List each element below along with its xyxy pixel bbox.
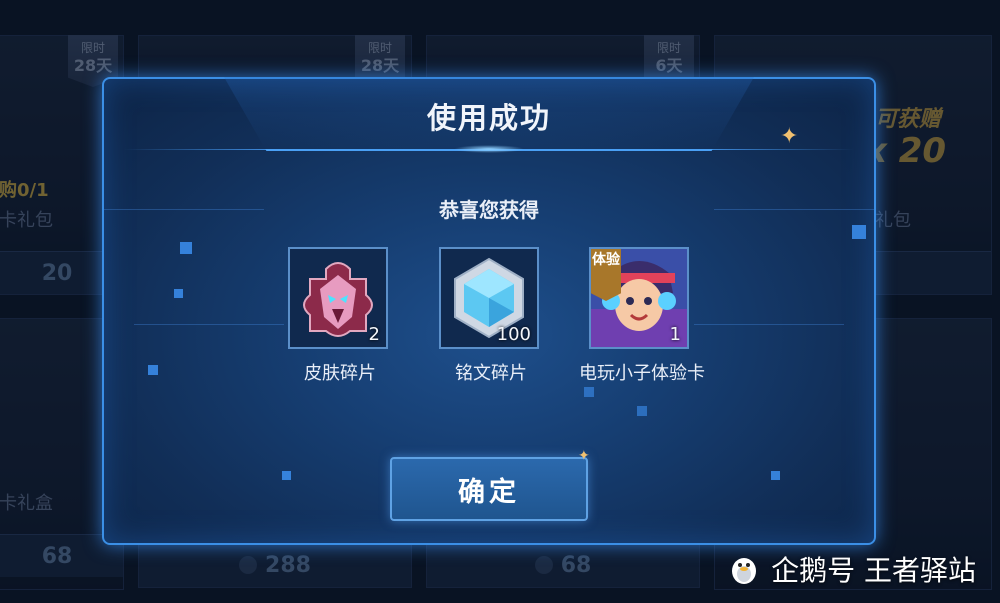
decor-square [148,365,158,375]
decor-line [134,324,284,325]
decor-square [174,289,183,298]
confirm-button[interactable]: 确定 [390,457,588,521]
reward-icon-box: 100 [439,247,539,349]
reward-count: 2 [368,324,380,345]
reward-count: 100 [496,324,531,345]
reward-item: 体验 1 电玩小子体验卡 [579,247,705,385]
dialog-subtitle: 恭喜您获得 [439,198,539,222]
decor-line [694,324,844,325]
sparkle-icon: ✦ [578,448,590,464]
reward-item: 2 皮肤碎片 [288,247,392,385]
decor-square [584,387,594,397]
penguin-icon [732,558,757,584]
decor-square [852,225,866,239]
title-glow [454,145,524,153]
decor-square [180,242,192,254]
reward-item: 100 铭文碎片 [439,247,543,385]
sparkle-icon: ✦ [780,124,799,149]
decor-square [282,471,291,480]
watermark: 企鹅号 王者驿站 [727,549,976,589]
decor-square [637,406,647,416]
reward-name: 皮肤碎片 [304,363,376,384]
dialog-title: 使用成功 [426,101,551,135]
trial-badge: 体验 [591,249,621,301]
reward-name: 铭文碎片 [455,363,527,384]
decor-square [771,471,780,480]
reward-name: 电玩小子体验卡 [579,363,705,384]
reward-icon-box: 体验 1 [589,247,689,349]
success-dialog: 使用成功 恭喜您获得 2 皮肤碎片 100 铭文碎片 体验 1 电玩小子体验卡 … [102,77,876,545]
reward-icon-box: 2 [288,247,388,349]
reward-count: 1 [669,324,681,345]
watermark-text: 企鹅号 王者驿站 [771,554,976,587]
